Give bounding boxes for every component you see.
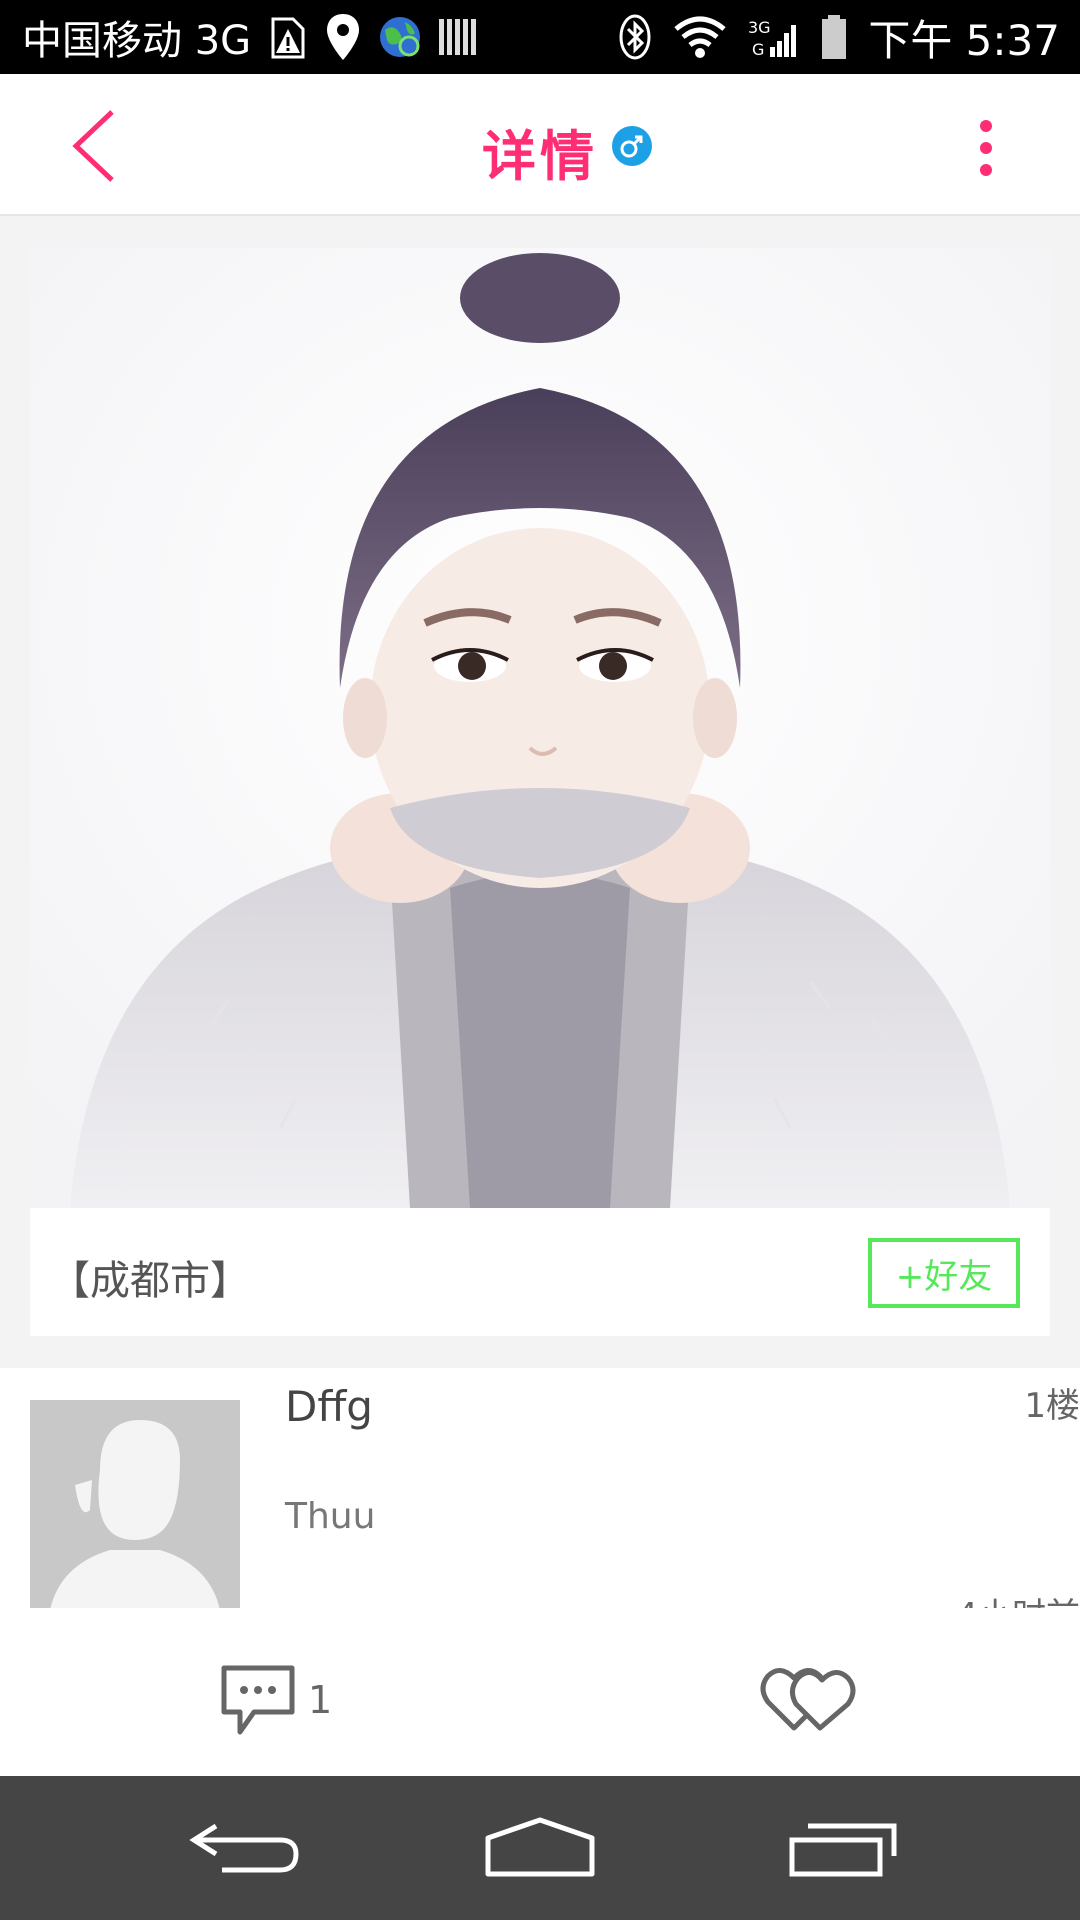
action-bar: 1 [0, 1608, 1080, 1776]
commenter-name[interactable]: Dffg [285, 1382, 373, 1431]
battery-icon [820, 13, 848, 61]
location-pin-icon [323, 12, 363, 62]
nav-recents-button[interactable] [784, 1816, 904, 1880]
signal-3g-icon: 3G G [748, 15, 800, 59]
wifi-icon [672, 15, 728, 59]
svg-text:3G: 3G [748, 18, 771, 37]
system-nav-bar [0, 1776, 1080, 1920]
bluetooth-icon [618, 13, 652, 61]
floor-label: 1楼 [1024, 1386, 1080, 1426]
add-friend-button[interactable]: +好友 [868, 1238, 1020, 1308]
nav-back-button[interactable] [186, 1816, 306, 1880]
svg-text:G: G [752, 40, 764, 59]
carrier-label: 中国移动 3G [22, 18, 252, 64]
male-icon [612, 126, 652, 166]
more-options-button[interactable] [966, 114, 1006, 184]
comment-text: Thuu [285, 1496, 376, 1537]
header-bar: 详情 [0, 74, 1080, 216]
comment-button[interactable]: 1 [218, 1660, 332, 1740]
status-left: 中国移动 3G [0, 8, 479, 66]
recents-nav-icon [789, 1823, 897, 1877]
barcode-icon [437, 15, 479, 59]
status-right: 3G G 下午 5:37 [618, 0, 1060, 74]
globe-sync-icon [377, 14, 423, 60]
avatar[interactable] [30, 1400, 240, 1610]
back-nav-icon [189, 1823, 299, 1873]
post-photo[interactable] [30, 248, 1050, 1208]
app-screen: 中国移动 3G 3G G 下午 5:37 详情 【成都市】 +好友 Dffg 1… [0, 0, 1080, 1920]
comment-item: Dffg 1楼 Thuu 4小时前 [0, 1368, 1080, 1636]
post-card: 【成都市】 +好友 [30, 248, 1050, 1336]
comment-bubble-icon [221, 1665, 295, 1735]
status-bar: 中国移动 3G 3G G 下午 5:37 [0, 0, 1080, 74]
like-button[interactable] [760, 1658, 860, 1738]
default-avatar-icon [30, 1400, 240, 1610]
more-vertical-icon [980, 120, 992, 176]
location-label: 【成都市】 [50, 1258, 250, 1304]
clock-label: 下午 5:37 [868, 15, 1060, 65]
home-nav-icon [485, 1817, 595, 1877]
sim-alert-icon [265, 13, 309, 61]
portrait-image [30, 248, 1050, 1208]
page-title: 详情 [482, 125, 598, 188]
nav-home-button[interactable] [480, 1816, 600, 1880]
double-heart-icon [760, 1668, 856, 1731]
comment-count: 1 [308, 1678, 333, 1722]
